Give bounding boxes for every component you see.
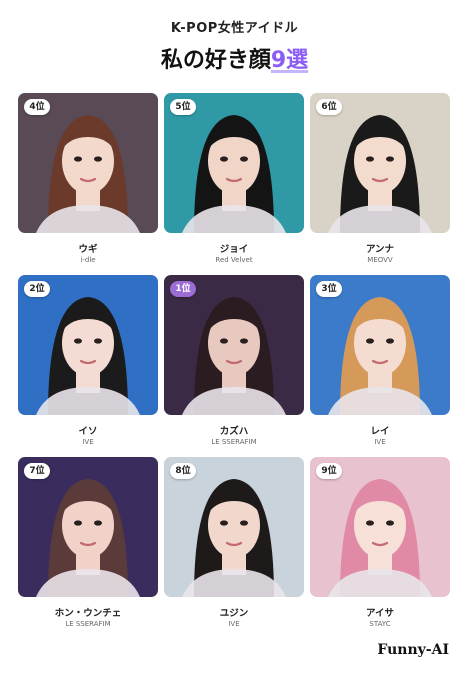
idol-group: IVE: [82, 438, 94, 446]
idol-grid: 4位 ウギ i-dle 5位 ジョイ Red Velvet 6位 アンナ MEOVV 2位 イソ IV…: [18, 93, 450, 639]
idol-photo: 9位: [310, 457, 450, 597]
idol-name: アンナ: [365, 244, 395, 255]
idol-group: MEOVV: [367, 256, 393, 264]
rank-badge: 4位: [24, 99, 50, 115]
left-eye: [366, 338, 374, 344]
idol-card: 2位イソ IVE: [18, 275, 158, 457]
idol-photo: 8位: [164, 457, 304, 597]
brand-watermark: Funny-AI: [377, 642, 449, 658]
subtitle: K-POP女性アイドル: [170, 21, 299, 36]
rank-badge: 7位: [24, 463, 50, 479]
idol-photo: 1位: [164, 275, 304, 415]
idol-name: ホン・ウンチェ: [54, 608, 122, 619]
left-eye: [74, 520, 82, 526]
idol-photo: 7位: [18, 457, 158, 597]
left-eye: [366, 520, 374, 526]
right-eye: [94, 156, 102, 162]
left-eye: [74, 156, 82, 162]
rank-badge: 8位: [170, 463, 196, 479]
idol-card: 9位アイサ STAYC: [310, 457, 450, 639]
idol-name: イソ: [78, 426, 98, 437]
right-eye: [94, 520, 102, 526]
idol-name: レイ: [370, 426, 390, 437]
rank-badge: 6位: [316, 99, 342, 115]
idol-card: 8位ユジン IVE: [164, 457, 304, 639]
idol-card: 6位アンナ MEOVV: [310, 93, 450, 275]
left-eye: [74, 338, 82, 344]
rank-badge: 2位: [24, 281, 50, 297]
idol-name: ジョイ: [219, 244, 249, 255]
idol-photo: 5位: [164, 93, 304, 233]
idol-card: 4位ウギ i-dle: [18, 93, 158, 275]
idol-group: LE SSERAFIM: [65, 620, 111, 628]
right-eye: [386, 338, 394, 344]
idol-card: 1位カズハ LE SSERAFIM: [164, 275, 304, 457]
rank-badge: 9位: [316, 463, 342, 479]
left-eye: [220, 520, 228, 526]
idol-group: i-dle: [80, 256, 96, 264]
idol-card: 7位ホン・ウンチェ LE SSERAFIM: [18, 457, 158, 639]
rank-badge: 3位: [316, 281, 342, 297]
right-eye: [240, 156, 248, 162]
right-eye: [240, 520, 248, 526]
right-eye: [386, 520, 394, 526]
idol-photo: 6位: [310, 93, 450, 233]
idol-group: LE SSERAFIM: [211, 438, 257, 446]
idol-group: IVE: [374, 438, 386, 446]
page-title: 私の好き顔9選: [0, 42, 469, 74]
left-eye: [220, 338, 228, 344]
idol-group: Red Velvet: [215, 256, 253, 264]
title-accent: 9選: [270, 48, 309, 73]
idol-name: アイサ: [365, 608, 395, 619]
idol-group: IVE: [228, 620, 240, 628]
idol-photo: 2位: [18, 275, 158, 415]
left-eye: [220, 156, 228, 162]
idol-photo: 3位: [310, 275, 450, 415]
idol-photo: 4位: [18, 93, 158, 233]
right-eye: [240, 338, 248, 344]
idol-name: ユジン: [219, 608, 249, 619]
idol-card: 3位レイ IVE: [310, 275, 450, 457]
title-main: 私の好き顔: [160, 48, 271, 73]
rank-badge: 1位: [170, 281, 196, 297]
idol-group: STAYC: [369, 620, 391, 628]
right-eye: [386, 156, 394, 162]
ranking-card: K-POP女性アイドル 私の好き顔9選 4位 ウギ i-dle 5位 ジョイ Red Ve…: [0, 0, 469, 679]
idol-name: カズハ: [219, 426, 249, 437]
right-eye: [94, 338, 102, 344]
idol-card: 5位ジョイ Red Velvet: [164, 93, 304, 275]
rank-badge: 5位: [170, 99, 196, 115]
idol-name: ウギ: [78, 244, 98, 255]
left-eye: [366, 156, 374, 162]
